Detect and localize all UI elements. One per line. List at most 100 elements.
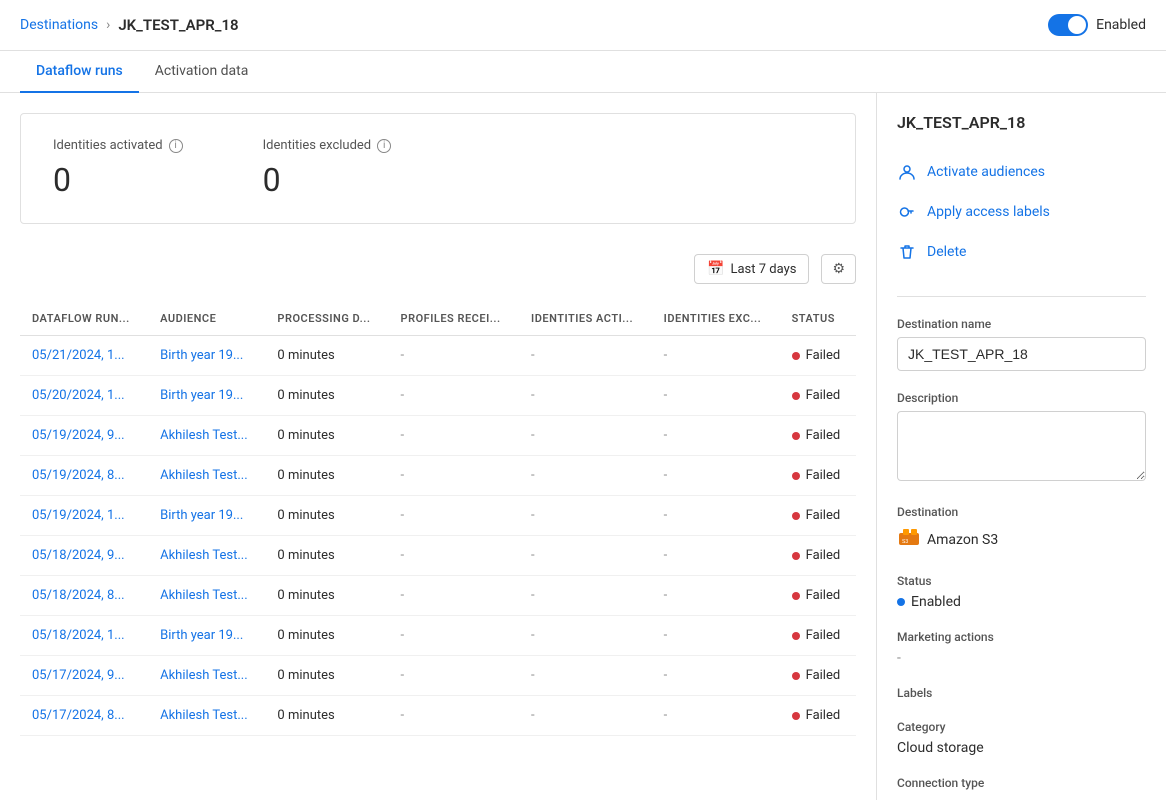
audience-link-2[interactable]: Akhilesh Test... [160, 428, 248, 443]
failed-label-3: Failed [806, 468, 841, 483]
cell-run-7: 05/18/2024, 1... [20, 616, 148, 656]
col-status: STATUS [780, 302, 856, 336]
breadcrumb-current: JK_TEST_APR_18 [118, 16, 238, 34]
tabs-bar: Dataflow runs Activation data [0, 51, 1166, 93]
cell-identities-exc-4: - [652, 496, 780, 536]
description-label: Description [897, 391, 1146, 405]
cell-status-8: Failed [780, 656, 856, 696]
stat-identities-activated: Identities activated i 0 [53, 138, 183, 199]
failed-label-0: Failed [806, 348, 841, 363]
identities-excluded-value: 0 [263, 161, 392, 199]
audience-link-0[interactable]: Birth year 19... [160, 348, 243, 363]
stats-card: Identities activated i 0 Identities excl… [20, 113, 856, 224]
cell-run-4: 05/19/2024, 1... [20, 496, 148, 536]
activate-audiences-action[interactable]: Activate audiences [897, 152, 1146, 192]
cell-audience-9: Akhilesh Test... [148, 696, 265, 736]
cell-run-8: 05/17/2024, 9... [20, 656, 148, 696]
key-icon [897, 202, 917, 222]
date-filter-button[interactable]: 📅 Last 7 days [694, 254, 809, 284]
breadcrumb-parent[interactable]: Destinations [20, 17, 98, 33]
run-link-6[interactable]: 05/18/2024, 8... [32, 588, 125, 603]
destination-name-label: Destination name [897, 317, 1146, 331]
destination-value: S3 Amazon S3 [897, 525, 1146, 554]
run-link-2[interactable]: 05/19/2024, 9... [32, 428, 125, 443]
stat-identities-excluded: Identities excluded i 0 [263, 138, 392, 199]
cell-identities-act-5: - [519, 536, 652, 576]
audience-link-1[interactable]: Birth year 19... [160, 388, 243, 403]
run-link-8[interactable]: 05/17/2024, 9... [32, 668, 125, 683]
enabled-toggle[interactable] [1048, 14, 1088, 36]
tab-dataflow-runs[interactable]: Dataflow runs [20, 51, 139, 93]
status-enabled-dot [897, 598, 905, 606]
cell-processing-6: 0 minutes [265, 576, 388, 616]
identities-excluded-info-icon[interactable]: i [377, 139, 391, 153]
cell-identities-act-4: - [519, 496, 652, 536]
sidebar-divider [897, 296, 1146, 297]
run-link-7[interactable]: 05/18/2024, 1... [32, 628, 125, 643]
cell-identities-act-6: - [519, 576, 652, 616]
svg-text:S3: S3 [902, 539, 908, 545]
cell-status-3: Failed [780, 456, 856, 496]
delete-label: Delete [927, 244, 966, 260]
run-link-1[interactable]: 05/20/2024, 1... [32, 388, 125, 403]
audience-link-4[interactable]: Birth year 19... [160, 508, 243, 523]
tab-activation-data[interactable]: Activation data [139, 51, 265, 93]
date-filter-label: Last 7 days [730, 262, 796, 277]
run-link-9[interactable]: 05/17/2024, 8... [32, 708, 125, 723]
cell-run-9: 05/17/2024, 8... [20, 696, 148, 736]
run-link-3[interactable]: 05/19/2024, 8... [32, 468, 125, 483]
cell-audience-0: Birth year 19... [148, 336, 265, 376]
breadcrumb: Destinations › JK_TEST_APR_18 [20, 16, 239, 34]
table-row: 05/19/2024, 1... Birth year 19... 0 minu… [20, 496, 856, 536]
apply-access-labels-action[interactable]: Apply access labels [897, 192, 1146, 232]
marketing-actions-value: - [897, 650, 1146, 666]
audience-link-3[interactable]: Akhilesh Test... [160, 468, 248, 483]
destination-name-text: Amazon S3 [927, 532, 998, 548]
description-textarea[interactable] [897, 411, 1146, 481]
description-field: Description [897, 391, 1146, 485]
cell-audience-2: Akhilesh Test... [148, 416, 265, 456]
cell-audience-1: Birth year 19... [148, 376, 265, 416]
cell-profiles-2: - [389, 416, 520, 456]
delete-action[interactable]: Delete [897, 232, 1146, 272]
failed-dot-8 [792, 672, 800, 680]
cell-run-3: 05/19/2024, 8... [20, 456, 148, 496]
run-link-5[interactable]: 05/18/2024, 9... [32, 548, 125, 563]
connection-type-value: - [897, 796, 1146, 800]
cell-profiles-9: - [389, 696, 520, 736]
cell-audience-8: Akhilesh Test... [148, 656, 265, 696]
connection-type-field: Connection type - [897, 776, 1146, 800]
audience-link-7[interactable]: Birth year 19... [160, 628, 243, 643]
marketing-actions-field: Marketing actions - [897, 630, 1146, 666]
cell-processing-7: 0 minutes [265, 616, 388, 656]
cell-status-1: Failed [780, 376, 856, 416]
cell-profiles-3: - [389, 456, 520, 496]
destination-name-field: Destination name [897, 317, 1146, 371]
destination-name-input[interactable] [897, 337, 1146, 371]
cell-profiles-1: - [389, 376, 520, 416]
cell-identities-exc-6: - [652, 576, 780, 616]
cell-profiles-0: - [389, 336, 520, 376]
activate-audiences-label: Activate audiences [927, 164, 1045, 180]
cell-processing-1: 0 minutes [265, 376, 388, 416]
cell-profiles-4: - [389, 496, 520, 536]
identities-activated-info-icon[interactable]: i [169, 139, 183, 153]
table-row: 05/17/2024, 8... Akhilesh Test... 0 minu… [20, 696, 856, 736]
column-settings-button[interactable]: ⚙ [821, 254, 856, 284]
run-link-4[interactable]: 05/19/2024, 1... [32, 508, 125, 523]
run-link-0[interactable]: 05/21/2024, 1... [32, 348, 125, 363]
category-value: Cloud storage [897, 740, 1146, 756]
table-row: 05/19/2024, 9... Akhilesh Test... 0 minu… [20, 416, 856, 456]
apply-access-labels-label: Apply access labels [927, 204, 1050, 220]
activate-audiences-icon [897, 162, 917, 182]
breadcrumb-separator: › [106, 17, 110, 33]
cell-profiles-5: - [389, 536, 520, 576]
cell-processing-9: 0 minutes [265, 696, 388, 736]
audience-link-8[interactable]: Akhilesh Test... [160, 668, 248, 683]
audience-link-5[interactable]: Akhilesh Test... [160, 548, 248, 563]
cell-audience-7: Birth year 19... [148, 616, 265, 656]
table-row: 05/18/2024, 8... Akhilesh Test... 0 minu… [20, 576, 856, 616]
col-audience: AUDIENCE [148, 302, 265, 336]
audience-link-9[interactable]: Akhilesh Test... [160, 708, 248, 723]
audience-link-6[interactable]: Akhilesh Test... [160, 588, 248, 603]
